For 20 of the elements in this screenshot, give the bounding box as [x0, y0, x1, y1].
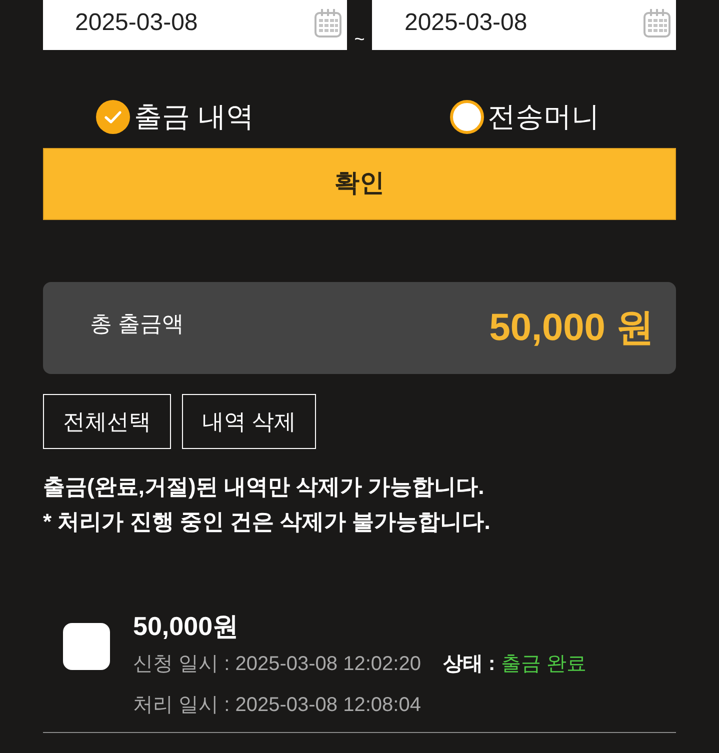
total-amount: 50,000 원	[489, 306, 654, 350]
action-button[interactable]: 전체선택	[43, 394, 171, 449]
action-button[interactable]: 내역 삭제	[182, 394, 316, 449]
status-label: 상태 :	[442, 652, 496, 677]
date-field[interactable]: 2025-03-08	[43, 0, 347, 50]
request-time: 신청 일시 : 2025-03-08 12:02:20	[133, 652, 421, 677]
range-separator: ~	[354, 30, 365, 48]
summary-label: 총 출금액	[90, 310, 184, 338]
radio-option[interactable]: 전송머니	[450, 100, 600, 134]
status-text: 출금 완료	[501, 652, 587, 677]
checkbox[interactable]	[63, 623, 110, 670]
notice-text: 출금(완료,거절)된 내역만 삭제가 가능합니다.	[43, 473, 486, 501]
radio-option[interactable]: 출금 내역	[96, 100, 254, 134]
notice-text: * 처리가 진행 중인 건은 삭제가 불가능합니다.	[43, 508, 492, 536]
process-time: 처리 일시 : 2025-03-08 12:08:04	[133, 693, 421, 718]
confirm-button[interactable]: 확인	[43, 148, 676, 220]
radio-icon[interactable]	[450, 100, 484, 134]
record-amount: 50,000원	[133, 610, 239, 643]
radio-checked-icon[interactable]	[96, 100, 130, 134]
date-field[interactable]: 2025-03-08	[372, 0, 676, 50]
